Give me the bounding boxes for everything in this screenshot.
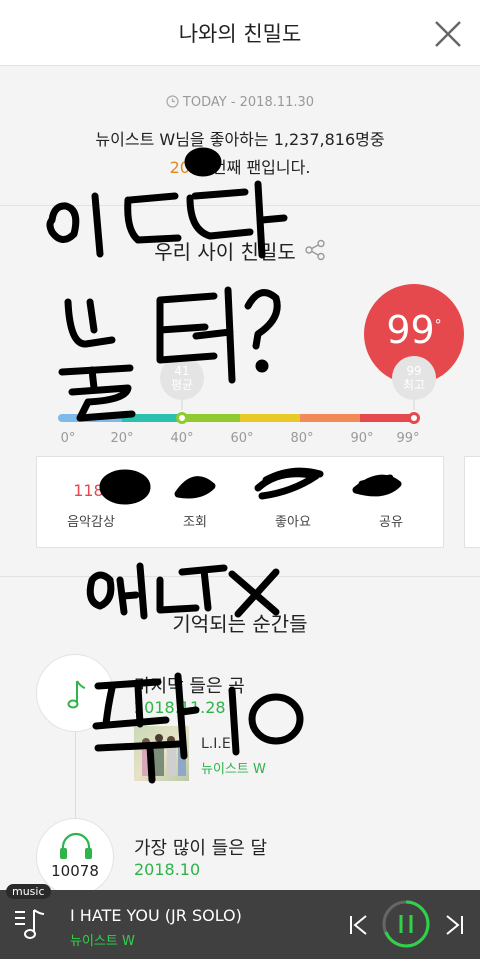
music-note-icon	[67, 680, 86, 709]
gauge-tick-label: 99°	[396, 431, 420, 446]
stat-shares-label: 공유	[379, 515, 403, 530]
gauge-tick-label: 0°	[60, 431, 76, 446]
most-month-title: 가장 많이 들은 달	[134, 838, 268, 859]
close-button[interactable]	[428, 14, 468, 54]
last-song-circle	[36, 654, 114, 732]
stat-likes-label: 좋아요	[275, 515, 311, 530]
intimacy-score: 99°	[386, 308, 442, 352]
stat-listen[interactable]: 118, 음악감상	[41, 457, 141, 549]
album-art	[142, 734, 186, 776]
mini-player[interactable]: I HATE YOU (JR SOLO) 뉴이스트 W	[0, 890, 480, 959]
divider	[0, 576, 480, 577]
last-song-date: 2018.11.28	[134, 698, 226, 717]
album-cover[interactable]	[134, 726, 189, 781]
divider	[0, 205, 480, 206]
fan-rank-suffix: 번째 팬입니다.	[211, 158, 311, 177]
gauge-tick-label: 20°	[110, 431, 134, 446]
intimacy-gauge	[58, 414, 416, 422]
close-icon	[435, 21, 461, 47]
max-marker-value: 99	[406, 364, 422, 378]
stat-likes[interactable]: 좋아요	[243, 457, 343, 549]
gauge-segment	[58, 414, 122, 422]
clock-icon	[166, 95, 179, 108]
last-song-title: 마지막 들은 곡	[134, 676, 245, 697]
average-marker-value: 41	[174, 364, 190, 378]
share-icon[interactable]	[304, 239, 326, 261]
intimacy-title: 우리 사이 친밀도	[154, 240, 296, 264]
stats-card: 118, 음악감상 조회 좋아요 공유	[36, 456, 444, 548]
average-marker-label: 평균	[170, 378, 194, 392]
moments-title: 기억되는 순간들	[172, 612, 308, 636]
stat-shares[interactable]: 공유	[341, 457, 441, 549]
previous-icon[interactable]	[347, 913, 371, 937]
today-label: TODAY - 2018.11.30	[182, 95, 315, 110]
pause-button[interactable]	[380, 898, 432, 950]
last-song-artist[interactable]: 뉴이스트 W	[201, 758, 266, 777]
gauge-segment	[240, 414, 300, 422]
fan-rank-number: 20	[169, 158, 190, 177]
gauge-segment	[300, 414, 360, 422]
stat-listen-label: 음악감상	[67, 515, 115, 530]
gauge-ticks: 0° 20° 40° 60° 80° 90° 99°	[0, 431, 480, 449]
stats-card-next	[464, 456, 480, 548]
gauge-segment	[182, 414, 240, 422]
header: 나와의 친밀도	[0, 0, 480, 66]
today-date: TODAY - 2018.11.30	[0, 95, 480, 110]
most-month-date: 2018.10	[134, 860, 201, 879]
playlist-icon[interactable]	[12, 904, 52, 944]
player-artist[interactable]: 뉴이스트 W	[70, 930, 135, 949]
gauge-tick-label: 40°	[170, 431, 194, 446]
gauge-tick-label: 60°	[230, 431, 254, 446]
gauge-tick-label: 80°	[290, 431, 314, 446]
average-marker: 41 평균	[160, 356, 204, 410]
stat-listen-value: 118,	[73, 481, 109, 500]
max-marker-label: 최고	[402, 378, 426, 392]
max-marker: 99 최고	[392, 356, 436, 410]
player-song-title[interactable]: I HATE YOU (JR SOLO)	[70, 906, 242, 925]
stat-views[interactable]: 조회	[145, 457, 245, 549]
my-level-dot	[408, 412, 420, 424]
fan-rank-text: 20 번째 팬입니다.	[0, 154, 480, 178]
page-title: 나와의 친밀도	[178, 22, 302, 46]
music-tag: music	[6, 884, 51, 899]
next-icon[interactable]	[442, 913, 466, 937]
gauge-segment	[122, 414, 182, 422]
most-month-count: 10078	[51, 862, 99, 880]
intimacy-title-row: 우리 사이 친밀도	[0, 236, 480, 265]
fan-count-text: 뉴이스트 W님을 좋아하는 1,237,816명중	[95, 130, 385, 149]
last-song-name[interactable]: L.I.E	[201, 736, 231, 752]
gauge-tick-label: 90°	[350, 431, 374, 446]
stat-views-label: 조회	[183, 515, 207, 530]
average-level-dot	[176, 412, 188, 424]
timeline-line	[75, 730, 76, 825]
